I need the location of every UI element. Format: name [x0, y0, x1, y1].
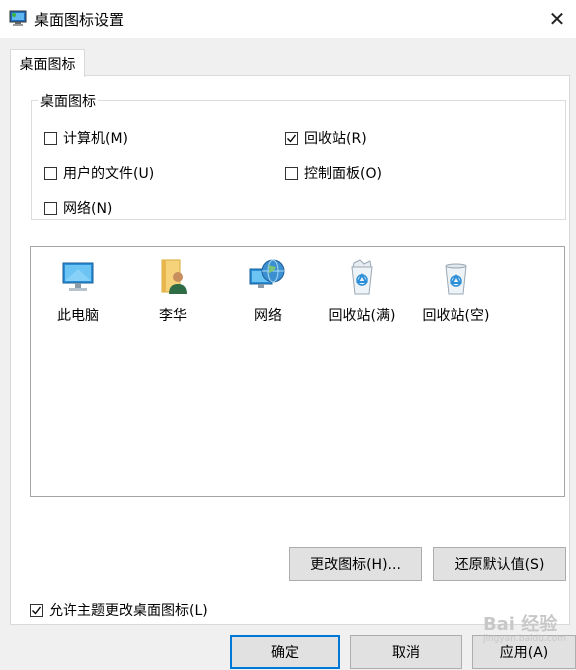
- checkbox-computer[interactable]: 计算机(M): [44, 128, 128, 148]
- checkbox-box[interactable]: [285, 166, 298, 180]
- monitor-settings-icon: [9, 10, 27, 26]
- checkbox-label: 控制面板(O): [304, 166, 382, 182]
- checkbox-allow-themes[interactable]: 允许主题更改桌面图标(L): [30, 600, 208, 620]
- icon-list[interactable]: 此电脑 李华 网络 回收站(满) 回收站(空): [30, 246, 565, 497]
- list-item-label: 回收站(满): [328, 308, 396, 324]
- checkbox-box[interactable]: [44, 166, 57, 180]
- this-pc-icon: [62, 262, 94, 291]
- user-folder-icon: [161, 259, 187, 294]
- recycle-bin-empty-icon: [445, 263, 467, 295]
- checkbox-user-files[interactable]: 用户的文件(U): [44, 163, 154, 183]
- checkbox-control-panel[interactable]: 控制面板(O): [285, 163, 382, 183]
- group-legend: 桌面图标: [38, 91, 98, 111]
- checkmark-icon: [32, 606, 42, 615]
- dialog-body: 桌面图标 桌面图标 计算机(M) 回收站(R) 用户的文件(U) 控制面板(O): [0, 38, 576, 670]
- list-item-network[interactable]: 网络: [227, 257, 309, 325]
- checkbox-network[interactable]: 网络(N): [44, 198, 112, 218]
- title-bar: 桌面图标设置 ✕: [0, 0, 576, 38]
- list-item-label: 李华: [159, 308, 187, 324]
- checkbox-label: 回收站(R): [304, 131, 367, 147]
- watermark-text: Bai 经验: [482, 614, 558, 635]
- tab-panel: 桌面图标 计算机(M) 回收站(R) 用户的文件(U) 控制面板(O) 网络(N…: [10, 75, 570, 625]
- list-item-recycle-bin-full[interactable]: 回收站(满): [321, 257, 403, 325]
- close-icon[interactable]: ✕: [544, 6, 570, 32]
- checkbox-label: 允许主题更改桌面图标(L): [49, 603, 208, 619]
- checkbox-box[interactable]: [30, 603, 43, 617]
- checkbox-label: 计算机(M): [63, 131, 129, 147]
- checkbox-box[interactable]: [44, 131, 57, 145]
- checkmark-icon: [287, 134, 297, 143]
- recycle-bin-full-icon: [351, 259, 373, 295]
- cancel-button[interactable]: 取消: [350, 635, 462, 669]
- tab-desktop-icons[interactable]: 桌面图标: [10, 49, 85, 77]
- checkbox-label: 用户的文件(U): [63, 166, 155, 182]
- checkbox-label: 网络(N): [63, 201, 113, 217]
- ok-button[interactable]: 确定: [230, 635, 340, 669]
- network-globe-icon: [249, 259, 285, 288]
- list-item-label: 网络: [254, 308, 282, 324]
- window-title: 桌面图标设置: [34, 11, 125, 29]
- desktop-icons-groupbox: 桌面图标 计算机(M) 回收站(R) 用户的文件(U) 控制面板(O) 网络(N…: [31, 91, 566, 220]
- change-icon-button[interactable]: 更改图标(H)...: [289, 547, 422, 581]
- checkbox-box[interactable]: [44, 201, 57, 215]
- list-item-label: 此电脑: [57, 308, 99, 324]
- list-item-user-folder[interactable]: 李华: [132, 257, 214, 325]
- checkbox-box[interactable]: [285, 131, 298, 145]
- list-item-label: 回收站(空): [422, 308, 490, 324]
- checkbox-recycle-bin[interactable]: 回收站(R): [285, 128, 367, 148]
- list-item-this-pc[interactable]: 此电脑: [37, 257, 119, 325]
- watermark: Bai 经验 jingyan.baidu.com: [483, 610, 566, 644]
- watermark-subtext: jingyan.baidu.com: [482, 634, 566, 644]
- restore-default-button[interactable]: 还原默认值(S): [433, 547, 566, 581]
- list-item-recycle-bin-empty[interactable]: 回收站(空): [415, 257, 497, 325]
